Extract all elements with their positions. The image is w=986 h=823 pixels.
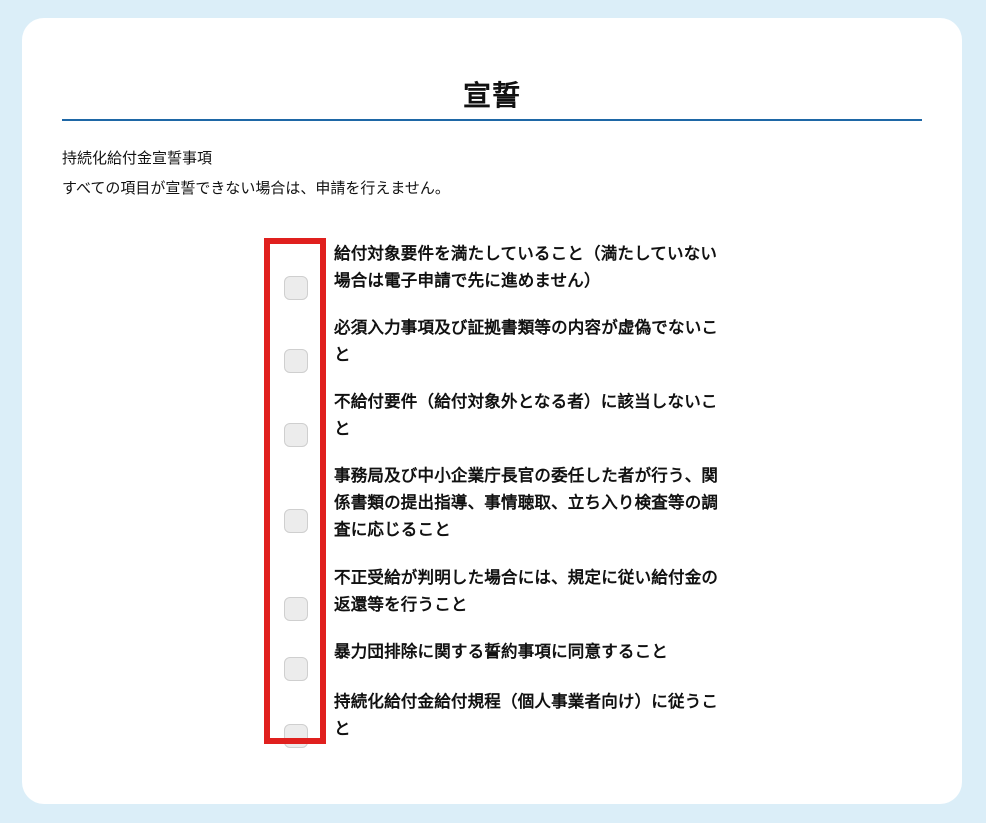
item-label: 暴力団排除に関する誓約事項に同意すること	[334, 642, 668, 661]
instruction-note: すべての項目が宣誓できない場合は、申請を行えません。	[62, 179, 450, 197]
title-divider	[62, 119, 922, 121]
checkbox-highlight-frame	[264, 238, 326, 744]
item-label: 持続化給付金給付規程（個人事業者向け）に従うこと	[334, 692, 719, 738]
item-label: 事務局及び中小企業庁長官の委任した者が行う、関係書類の提出指導、事情聴取、立ち入…	[334, 466, 719, 539]
item-label: 不正受給が判明した場合には、規定に従い給付金の返還等を行うこと	[334, 568, 719, 614]
item-label: 不給付要件（給付対象外となる者）に該当しないこと	[334, 392, 718, 438]
item-label: 必須入力事項及び証拠書類等の内容が虚偽でないこと	[334, 318, 719, 364]
section-subtitle: 持続化給付金宣誓事項	[62, 149, 213, 167]
page-title: 宣誓	[462, 79, 521, 112]
oath-card: 宣誓 持続化給付金宣誓事項 すべての項目が宣誓できない場合は、申請を行えません。…	[22, 18, 962, 804]
item-label: 給付対象要件を満たしていること（満たしていない場合は電子申請で先に進めません）	[334, 244, 718, 290]
